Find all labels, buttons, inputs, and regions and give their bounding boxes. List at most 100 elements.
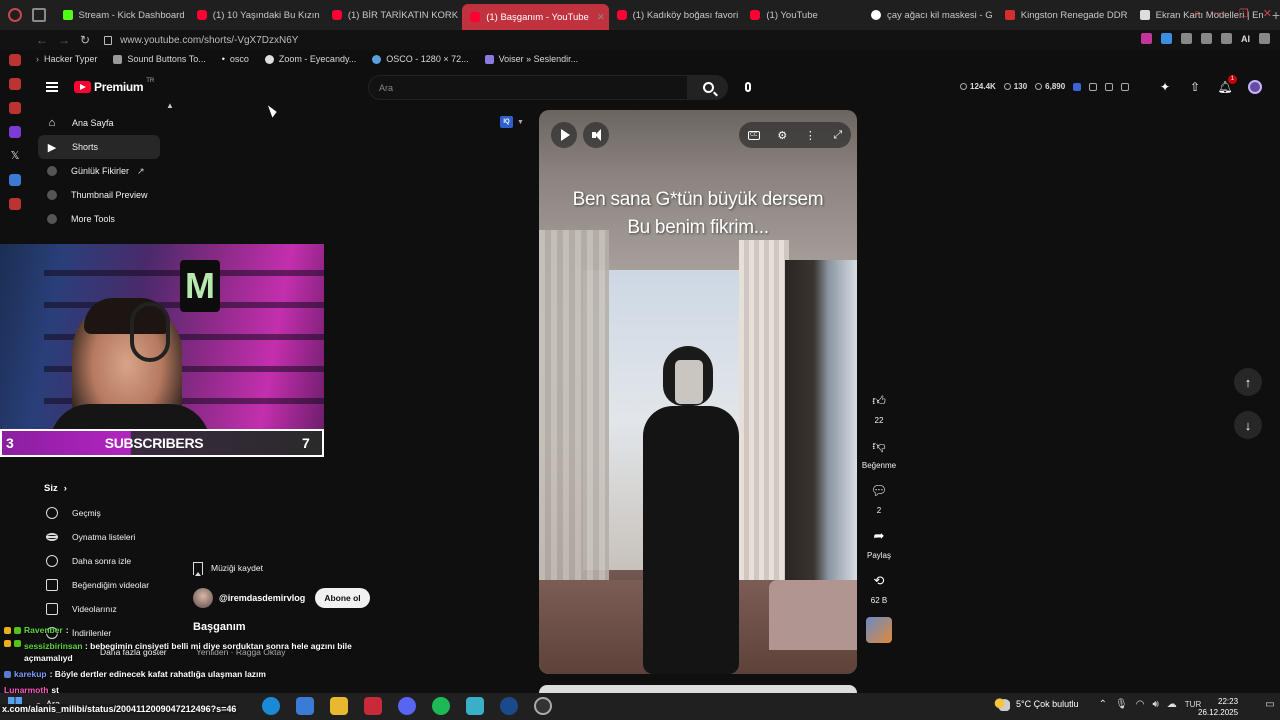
new-tab-button[interactable]: + [1272, 7, 1280, 23]
extension-icon[interactable] [1161, 33, 1172, 44]
share-icon[interactable]: ➦ [866, 523, 892, 549]
taskbar-clock[interactable]: 22:23 26.12.2025 [1198, 696, 1238, 718]
save-music-button[interactable]: Müziği kaydet [193, 557, 263, 579]
comment-icon[interactable]: 💬︎ [866, 478, 892, 504]
sidebar-item-history[interactable]: Geçmiş [38, 501, 168, 525]
weather-icon[interactable] [994, 697, 1010, 711]
puzzle-icon[interactable] [1181, 33, 1192, 44]
discord-icon[interactable] [398, 697, 416, 715]
vk-icon[interactable] [9, 174, 21, 186]
notifications-button[interactable]: 🔔︎ 1 [1217, 75, 1237, 94]
notification-center-icon[interactable]: ▭ [1265, 699, 1274, 710]
tab-youtube-home[interactable]: (1) YouTube [742, 4, 863, 26]
previous-short-button[interactable]: ↑ [1234, 368, 1262, 396]
sidebar-item-watch-later[interactable]: Daha sonra izle [38, 549, 168, 573]
search-button[interactable] [688, 75, 728, 100]
store-icon[interactable] [296, 697, 314, 715]
maximize-icon[interactable]: ❐ [1239, 7, 1249, 20]
sidebar-item-playlists[interactable]: Oynatma listeleri [38, 525, 168, 549]
menu-icon[interactable] [1259, 33, 1270, 44]
music-player-icon[interactable] [9, 198, 21, 210]
shorts-extension-badge[interactable]: IQ ▼ [500, 116, 524, 128]
bookmark-zoom[interactable]: Zoom - Eyecandy... [264, 54, 356, 64]
captions-icon[interactable]: CC [747, 130, 760, 140]
you-section-header[interactable]: Siz › [44, 483, 67, 494]
bookmark-osco-1280[interactable]: OSCO - 1280 × 72... [372, 54, 469, 64]
trophy-icon[interactable] [1105, 82, 1114, 91]
cloud-icon[interactable]: ☁ [1167, 699, 1177, 710]
app-icon[interactable] [466, 697, 484, 715]
sidebar-item-home[interactable]: ⌂ Ana Sayfa [38, 111, 160, 135]
next-short-button[interactable]: ↓ [1234, 411, 1262, 439]
tab-kingston[interactable]: Kingston Renegade DDR [997, 4, 1132, 26]
fullscreen-icon[interactable]: ⤢ [833, 129, 842, 142]
file-explorer-icon[interactable] [330, 697, 348, 715]
sidebar-item-thumbnail-preview[interactable]: Thumbnail Preview [38, 183, 160, 207]
bookmark-osco[interactable]: • osco [222, 54, 249, 64]
thumbs-up-icon[interactable]: 👍︎ [866, 388, 892, 414]
extension-icon[interactable] [1073, 82, 1082, 91]
upload-icon[interactable]: ⇧ [1188, 80, 1202, 94]
tab-overview-icon[interactable] [32, 8, 46, 22]
close-window-icon[interactable]: ✕ [1263, 7, 1272, 20]
youtube-icon[interactable] [9, 102, 21, 114]
hamburger-menu-icon[interactable] [46, 82, 58, 92]
gx-corner-icon[interactable] [9, 78, 21, 90]
bookmark-voiser[interactable]: Voiser » Seslendir... [484, 54, 578, 64]
create-icon[interactable]: ✦ [1158, 80, 1172, 94]
sidebar-item-more-tools[interactable]: More Tools [38, 207, 160, 231]
thumbs-down-icon[interactable]: 👎︎ [866, 433, 892, 459]
tab-youtube-1[interactable]: (1) 10 Yaşındaki Bu Kızın [189, 4, 324, 26]
close-tab-icon[interactable]: ✕ [597, 12, 605, 23]
bookmark-sound-buttons[interactable]: Sound Buttons To... [113, 54, 206, 64]
sidebar-item-shorts[interactable]: ▶ Shorts [38, 135, 160, 159]
tab-youtube-kadikoy[interactable]: (1) Kadıköy boğası favori [609, 4, 743, 26]
remix-icon[interactable]: ⟲ [866, 568, 892, 594]
twitch-icon[interactable] [9, 126, 21, 138]
sound-thumbnail[interactable] [866, 617, 892, 643]
chevron-up-icon[interactable]: ▲ [166, 101, 174, 110]
opera-icon[interactable] [9, 54, 21, 66]
chevron-up-icon[interactable]: ⌃ [1099, 699, 1107, 710]
reload-icon[interactable]: ↻ [80, 33, 90, 47]
volume-button[interactable] [583, 122, 609, 148]
more-vert-icon[interactable]: ⋮ [805, 129, 816, 142]
opera-gx-icon[interactable] [8, 8, 22, 22]
play-button[interactable] [551, 122, 577, 148]
extension-icon[interactable] [1141, 33, 1152, 44]
aria-ai-button[interactable]: AI [1241, 34, 1250, 44]
channel-name[interactable]: @iremdasdemirvlog [219, 593, 305, 603]
edge-icon[interactable] [262, 697, 280, 715]
tab-active-basganim[interactable]: (1) Başganım - YouTube ✕ [462, 4, 609, 30]
link-icon[interactable] [1121, 82, 1130, 91]
youtube-premium-logo[interactable]: Premium TR [74, 78, 154, 94]
sidebar-item-your-videos[interactable]: Videolarınız [38, 597, 168, 621]
voice-search-button[interactable] [740, 79, 756, 95]
tab-kick-dashboard[interactable]: Stream - Kick Dashboard [55, 4, 189, 26]
spotify-icon[interactable] [432, 697, 450, 715]
volume-icon[interactable]: 🔊︎ [1152, 699, 1158, 710]
settings-gear-icon[interactable]: ⚙ [777, 129, 787, 142]
wifi-icon[interactable]: ◠ [1136, 699, 1145, 710]
obs-icon[interactable] [534, 697, 552, 715]
search-input[interactable]: Ara [368, 75, 688, 100]
next-short-preview[interactable] [539, 685, 857, 693]
download-icon[interactable] [1221, 33, 1232, 44]
account-avatar[interactable] [1248, 80, 1262, 94]
forward-icon[interactable]: → [58, 33, 70, 47]
filter-icon[interactable] [1089, 82, 1098, 91]
shorts-player[interactable]: Ben sana G*tün büyük dersem Bu benim fik… [539, 110, 857, 674]
url-field[interactable]: www.youtube.com/shorts/-VgX7DzxN6Y [104, 35, 298, 46]
tab-google-search[interactable]: çay ağacı kil maskesi - G [863, 4, 997, 26]
x-icon[interactable]: 𝕏 [9, 150, 21, 162]
tab-youtube-2[interactable]: (1) BİR TARİKATIN KORK [324, 4, 462, 26]
sidebar-item-gunluk-fikirler[interactable]: Günlük Fikirler ↗ [38, 159, 160, 183]
microphone-icon[interactable]: 🎙︎ [1115, 699, 1128, 710]
steam-icon[interactable] [500, 697, 518, 715]
bookmark-hacker-typer[interactable]: › Hacker Typer [36, 54, 97, 64]
opera-gx-icon[interactable] [364, 697, 382, 715]
back-icon[interactable]: ← [36, 33, 48, 47]
camera-icon[interactable] [1201, 33, 1212, 44]
subscribe-button[interactable]: Abone ol [315, 588, 370, 608]
sidebar-item-liked-videos[interactable]: Beğendiğim videolar [38, 573, 168, 597]
